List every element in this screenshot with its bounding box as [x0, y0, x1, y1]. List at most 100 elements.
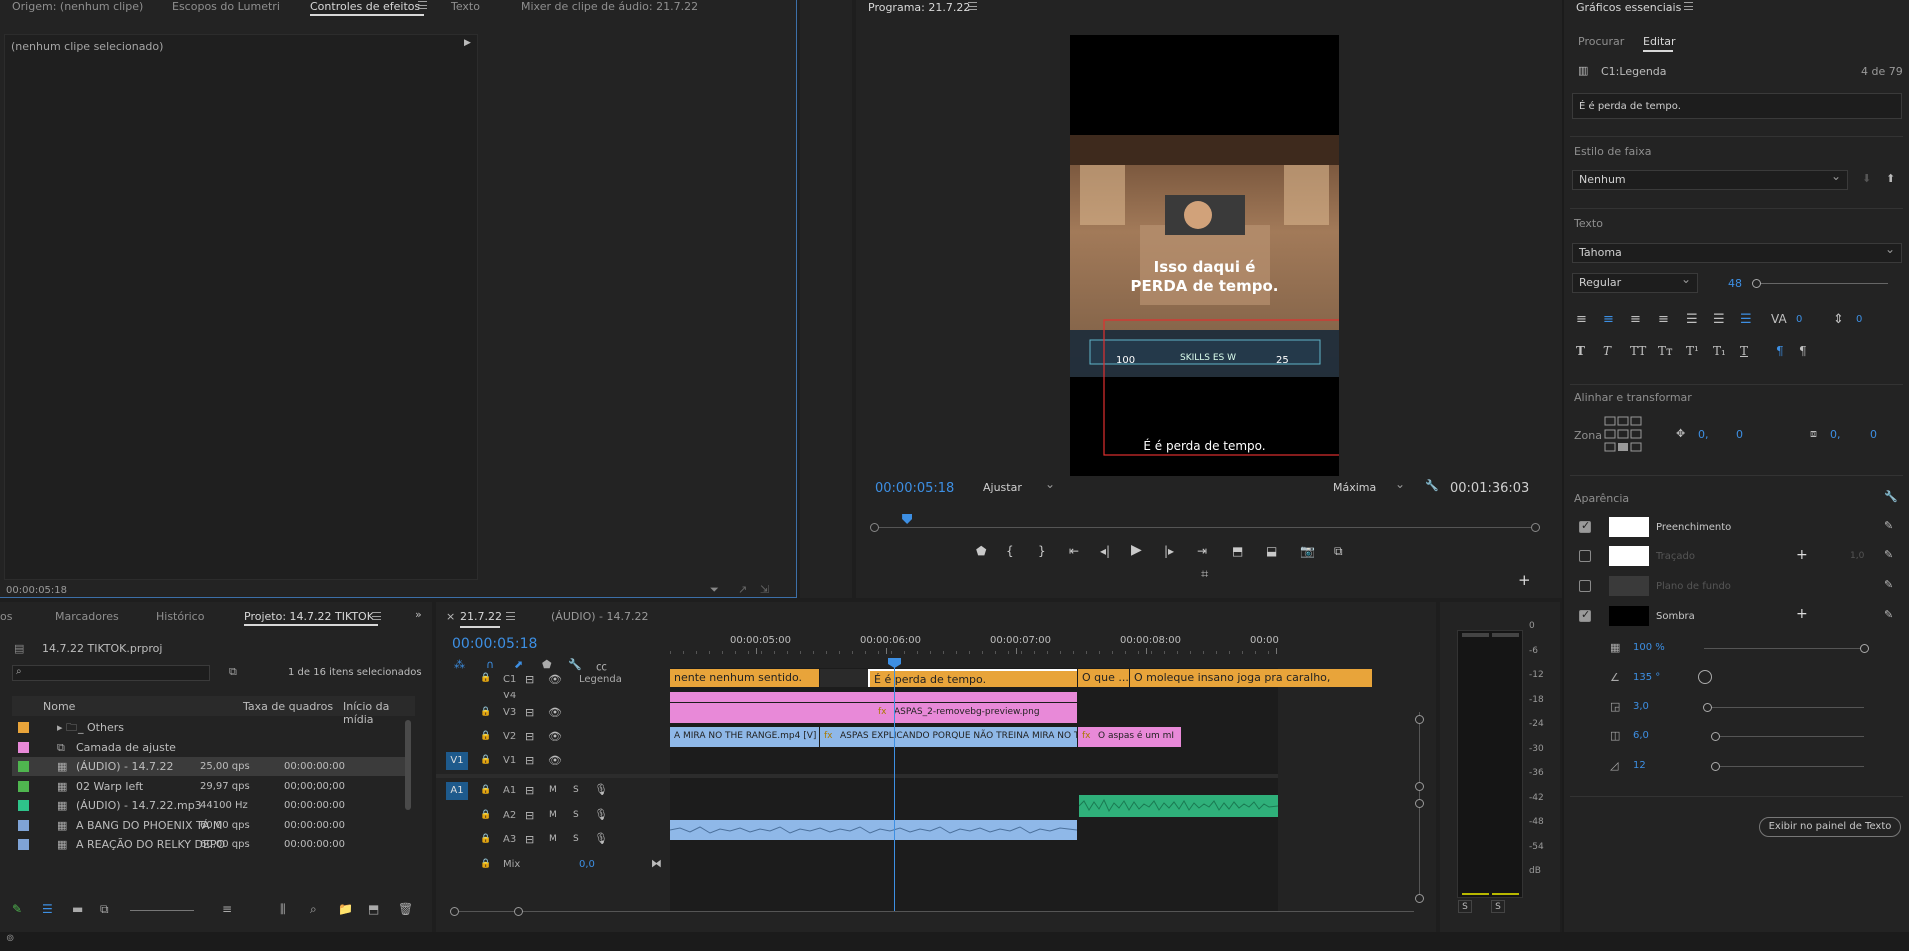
- shadow-eyedropper-icon[interactable]: ✎: [1884, 608, 1893, 621]
- a1-mute[interactable]: M: [549, 785, 557, 795]
- list-item[interactable]: ▦ (ÁUDIO) - 14.7.22 25,00 qps 00:00:00:00: [12, 757, 407, 776]
- new-bin-icon[interactable]: 📁: [338, 902, 353, 916]
- tab-audio-clip-mixer[interactable]: Mixer de clipe de áudio: 21.7.22: [521, 0, 698, 13]
- mark-out-icon[interactable]: }: [1038, 544, 1046, 558]
- hscroll-left-handle[interactable]: [450, 907, 459, 916]
- align-center-icon[interactable]: ≡: [1603, 312, 1614, 327]
- background-eyedropper-icon[interactable]: ✎: [1884, 578, 1893, 591]
- a2-audio-clip[interactable]: [670, 820, 1077, 840]
- caption-clip-4[interactable]: O moleque insano joga pra caralho,: [1130, 669, 1372, 687]
- quality-dropdown[interactable]: Máxima: [1326, 475, 1412, 498]
- v4-clip[interactable]: [670, 692, 1077, 702]
- shadow-checkbox[interactable]: [1579, 608, 1591, 622]
- filter-icon[interactable]: ⏷: [710, 583, 719, 597]
- freeform-view-icon[interactable]: ⧉: [100, 902, 109, 917]
- list-item[interactable]: ▦ 02 Warp left 29,97 qps 00;00;00;00: [12, 777, 407, 796]
- timeline-menu-icon[interactable]: [506, 612, 515, 620]
- tab-project[interactable]: Projeto: 14.7.22 TIKTOK: [244, 610, 378, 626]
- layer-name[interactable]: C1:Legenda: [1601, 65, 1667, 78]
- v2-clip-1[interactable]: A MIRA NO THE RANGE.mp4 [V]: [670, 727, 819, 747]
- a2-lock-icon[interactable]: 🔒: [480, 810, 491, 820]
- anchor-y[interactable]: 0: [1870, 428, 1877, 441]
- timeline-timecode[interactable]: 00:00:05:18: [452, 636, 537, 652]
- close-tab-icon[interactable]: ×: [446, 610, 455, 623]
- automate-icon[interactable]: ⫼: [280, 902, 286, 917]
- fill-color-swatch[interactable]: [1609, 517, 1649, 537]
- program-menu-icon[interactable]: [968, 2, 977, 10]
- position-y[interactable]: 0: [1736, 428, 1743, 441]
- fill-checkbox[interactable]: [1579, 519, 1591, 533]
- project-menu-icon[interactable]: [372, 612, 381, 620]
- tab-source[interactable]: Origem: (nenhum clipe): [12, 0, 143, 13]
- background-color-swatch[interactable]: [1609, 576, 1649, 596]
- shadow-size-slider[interactable]: [1711, 732, 1864, 741]
- shadow-angle[interactable]: 135 °: [1633, 672, 1660, 683]
- vscroll-bottom-handle[interactable]: [1415, 894, 1424, 903]
- step-forward-icon[interactable]: |▸: [1164, 544, 1174, 558]
- a3-mic-icon[interactable]: 🎙: [594, 832, 608, 845]
- vscroll-audio-handle[interactable]: [1415, 799, 1424, 808]
- v3-clip[interactable]: fx ASPAS_2-removebg-preview.png: [670, 703, 1077, 723]
- a3-sync-icon[interactable]: ⊟: [525, 833, 534, 846]
- v1-sync-icon[interactable]: ⊟: [525, 754, 534, 767]
- mix-lock-icon[interactable]: 🔒: [480, 859, 491, 869]
- caption-eye-icon[interactable]: 👁: [548, 673, 562, 686]
- show-in-text-panel-button[interactable]: Exibir no painel de Texto: [1759, 817, 1901, 837]
- underline-icon[interactable]: T: [1740, 344, 1748, 358]
- bold-icon[interactable]: T: [1576, 344, 1585, 358]
- blur-slider[interactable]: [1711, 762, 1864, 771]
- a2-mute[interactable]: M: [549, 810, 557, 820]
- a3-mute[interactable]: M: [549, 834, 557, 844]
- label-color-swatch[interactable]: [18, 800, 29, 811]
- caption-sync-icon[interactable]: ⊟: [525, 673, 534, 686]
- a1-audio-clip[interactable]: [1079, 795, 1278, 817]
- caption-lock-icon[interactable]: 🔒: [480, 673, 491, 683]
- fit-dropdown[interactable]: Ajustar: [976, 475, 1062, 498]
- label-color-swatch[interactable]: [18, 722, 29, 733]
- a2-sync-icon[interactable]: ⊟: [525, 809, 534, 822]
- button-editor-icon[interactable]: +: [1518, 571, 1531, 589]
- export-icon[interactable]: ↗: [738, 583, 747, 596]
- v3-sync-icon[interactable]: ⊟: [525, 706, 534, 719]
- position-x[interactable]: 0,: [1698, 428, 1709, 441]
- v2-sync-icon[interactable]: ⊟: [525, 730, 534, 743]
- go-to-out-icon[interactable]: ⇥: [1197, 544, 1207, 558]
- list-view-icon[interactable]: ☰: [42, 902, 53, 916]
- tab-edit[interactable]: Editar: [1643, 35, 1676, 48]
- col-frame-rate[interactable]: Taxa de quadros: [243, 700, 333, 713]
- align-right-icon[interactable]: ≡: [1630, 312, 1641, 327]
- a1-solo[interactable]: S: [573, 785, 579, 795]
- safe-margins-icon[interactable]: ⌗: [1201, 567, 1208, 582]
- play-triangle-icon[interactable]: ▶: [464, 38, 471, 48]
- pull-style-icon[interactable]: ⬆: [1886, 172, 1895, 185]
- a2-mic-icon[interactable]: 🎙: [594, 808, 608, 821]
- stroke-add-icon[interactable]: +: [1796, 547, 1808, 563]
- tracking-value[interactable]: 0: [1796, 314, 1802, 325]
- vscroll-mid-handle[interactable]: [1415, 782, 1424, 791]
- track-style-dropdown[interactable]: Nenhum: [1572, 167, 1848, 190]
- small-caps-icon[interactable]: Tт: [1658, 344, 1673, 358]
- label-color-swatch[interactable]: [18, 741, 29, 753]
- list-item[interactable]: ⧉ Camada de ajuste: [12, 738, 407, 757]
- new-bin-search-icon[interactable]: ⧉: [229, 665, 237, 679]
- a2-solo[interactable]: S: [573, 810, 579, 820]
- panel-menu-icon[interactable]: [418, 1, 427, 9]
- meter-solo-left[interactable]: S: [1458, 900, 1472, 913]
- tab-lumetri-scopes[interactable]: Escopos do Lumetri: [172, 0, 280, 13]
- label-color-swatch[interactable]: [18, 819, 29, 831]
- tab-effects[interactable]: os: [0, 610, 12, 623]
- shadow-add-icon[interactable]: +: [1796, 606, 1808, 622]
- timeline-hscroll[interactable]: [454, 911, 1414, 912]
- v1-source-patch[interactable]: V1: [446, 752, 468, 770]
- v3-eye-icon[interactable]: 👁: [548, 706, 562, 719]
- a1-lock-icon[interactable]: 🔒: [480, 785, 491, 795]
- list-item[interactable]: ▦ A BANG DO PHOENIX TÁ M 60,00 qps 00:00:00…: [12, 816, 407, 835]
- justify-icon[interactable]: ≡: [1658, 312, 1669, 327]
- go-to-in-icon[interactable]: ⇤: [1069, 544, 1079, 558]
- italic-icon[interactable]: T: [1603, 344, 1611, 358]
- stroke-eyedropper-icon[interactable]: ✎: [1884, 548, 1893, 561]
- appearance-wrench-icon[interactable]: 🔧: [1884, 490, 1898, 503]
- all-caps-icon[interactable]: TT: [1630, 344, 1646, 358]
- sort-icon[interactable]: ≡: [222, 902, 232, 916]
- stroke-checkbox[interactable]: [1579, 550, 1591, 562]
